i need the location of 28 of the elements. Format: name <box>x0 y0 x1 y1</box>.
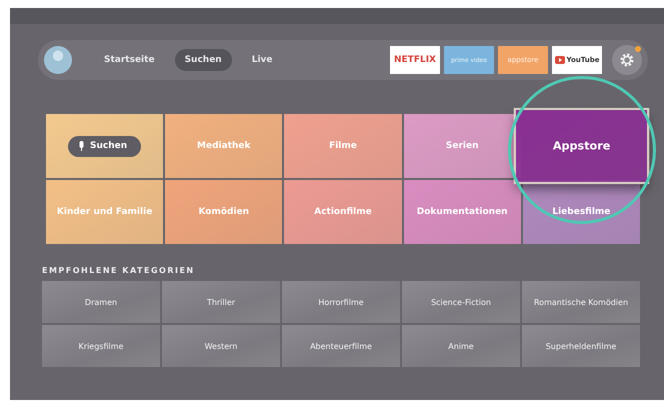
category-tile[interactable]: Suchen <box>46 114 164 178</box>
play-icon <box>554 56 565 64</box>
category-button[interactable]: Thriller <box>162 281 280 323</box>
category-button[interactable]: Kriegsfilme <box>42 325 160 367</box>
category-tile[interactable]: Actionfilme <box>284 180 402 244</box>
search-button[interactable]: Suchen <box>68 136 142 156</box>
microphone-icon <box>78 140 86 152</box>
category-button[interactable]: Science-Fiction <box>402 281 520 323</box>
profile-avatar[interactable] <box>44 46 72 74</box>
category-button[interactable]: Anime <box>402 325 520 367</box>
category-tile[interactable]: Appstore <box>516 110 648 182</box>
category-button[interactable]: Romantische Komödien <box>522 281 640 323</box>
settings-button[interactable] <box>612 45 642 75</box>
category-tile[interactable]: Mediathek <box>165 114 282 178</box>
category-button[interactable]: Superheldenfilme <box>522 325 640 367</box>
nav-tab[interactable]: Startseite <box>94 49 165 71</box>
nav-tab[interactable]: Suchen <box>174 49 232 71</box>
category-button[interactable]: Dramen <box>42 281 160 323</box>
category-button[interactable]: Western <box>162 325 280 367</box>
app-tile[interactable]: NETFLIX <box>390 46 440 74</box>
category-tile[interactable]: Filme <box>284 114 402 178</box>
nav-tab[interactable]: Live <box>242 49 283 71</box>
section-title: EMPFOHLENE KATEGORIEN <box>42 266 196 275</box>
category-button[interactable]: Abenteuerfilme <box>282 325 400 367</box>
category-button[interactable]: Horrorfilme <box>282 281 400 323</box>
category-tile[interactable]: Dokumentationen <box>404 180 521 244</box>
settings-icon <box>619 52 635 68</box>
category-tile[interactable]: Komödien <box>165 180 282 244</box>
